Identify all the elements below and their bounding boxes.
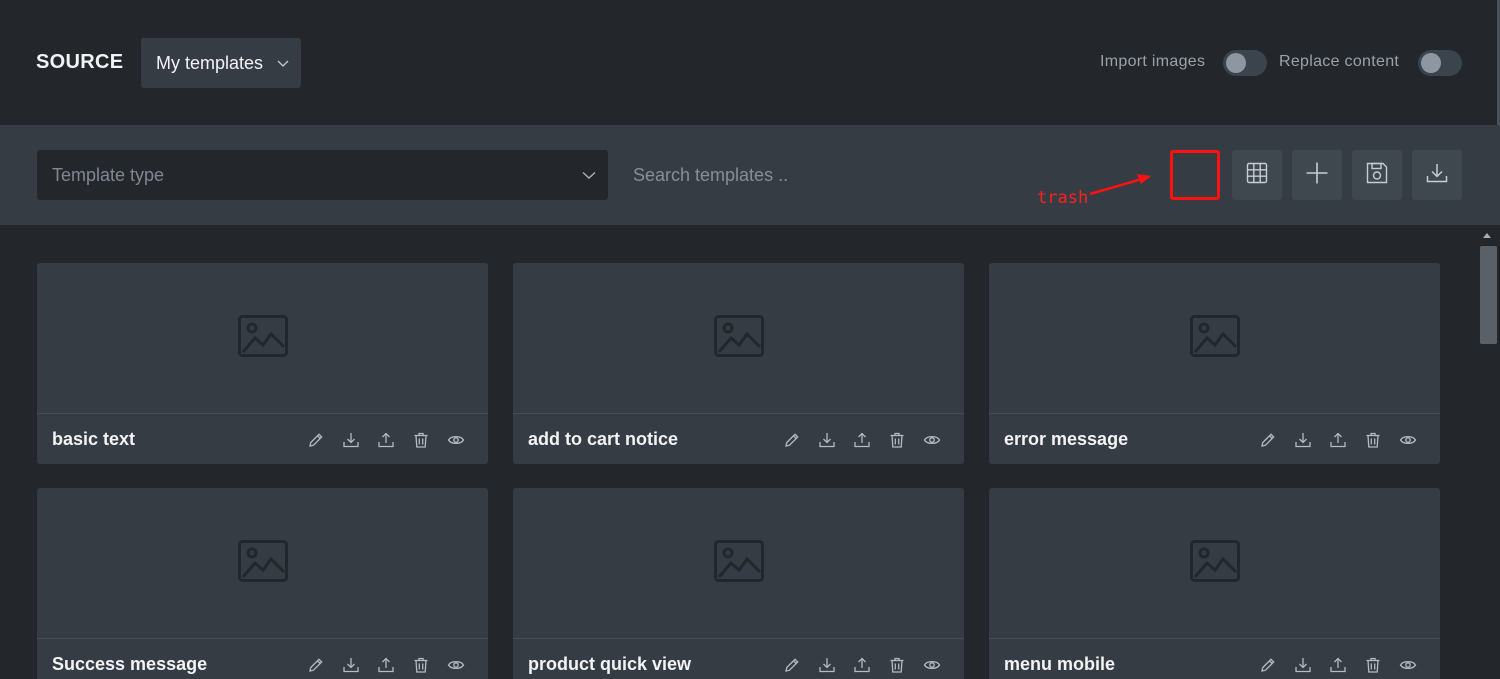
edit-icon[interactable] (1258, 430, 1278, 450)
trash-button[interactable] (1170, 150, 1220, 200)
upload-icon[interactable] (852, 655, 872, 675)
template-name: add to cart notice (528, 429, 679, 449)
source-dropdown-value: My templates (156, 52, 264, 73)
template-type-placeholder: Template type (52, 164, 165, 185)
trash-icon[interactable] (887, 655, 907, 675)
trash-icon[interactable] (411, 655, 431, 675)
image-placeholder-icon (713, 314, 765, 363)
download-icon[interactable] (341, 430, 361, 450)
upload-icon[interactable] (376, 655, 396, 675)
upload-icon[interactable] (1328, 655, 1348, 675)
replace-content-toggle[interactable] (1418, 50, 1462, 76)
template-name: menu mobile (1004, 654, 1116, 674)
chevron-down-icon (582, 168, 596, 186)
image-placeholder-icon (237, 314, 289, 363)
scroll-up-arrow-icon[interactable] (1483, 233, 1491, 238)
download-icon[interactable] (341, 655, 361, 675)
download-icon[interactable] (1293, 430, 1313, 450)
source-dropdown[interactable]: My templates (141, 38, 301, 88)
image-placeholder-icon (237, 539, 289, 588)
add-template-button[interactable] (1292, 150, 1342, 200)
annotation-label: trash (1037, 188, 1089, 208)
template-footer: menu mobile (989, 638, 1440, 679)
save-template-button[interactable] (1352, 150, 1402, 200)
eye-icon[interactable] (1398, 655, 1418, 675)
template-actions (1258, 430, 1418, 450)
template-footer: error message (989, 413, 1440, 464)
download-icon[interactable] (817, 655, 837, 675)
template-actions (306, 655, 466, 675)
eye-icon[interactable] (922, 430, 942, 450)
template-type-dropdown[interactable]: Template type (37, 150, 608, 200)
template-actions (306, 430, 466, 450)
edit-icon[interactable] (782, 655, 802, 675)
templates-grid: basic text add to cart notice error mess… (0, 225, 1478, 679)
edit-icon[interactable] (306, 430, 326, 450)
eye-icon[interactable] (446, 655, 466, 675)
grid-icon (1245, 161, 1269, 190)
scrollbar-thumb[interactable] (1480, 246, 1497, 344)
toolbar: Template type (0, 125, 1500, 225)
template-thumbnail[interactable] (989, 488, 1440, 638)
chevron-down-icon (277, 56, 289, 74)
trash-icon[interactable] (1363, 655, 1383, 675)
image-placeholder-icon (1189, 539, 1241, 588)
edit-icon[interactable] (782, 430, 802, 450)
annotation-arrow (1089, 174, 1151, 196)
eye-icon[interactable] (922, 655, 942, 675)
import-images-label: Import images (1100, 53, 1206, 70)
template-name: product quick view (528, 654, 692, 674)
upload-icon[interactable] (1328, 430, 1348, 450)
download-button[interactable] (1412, 150, 1462, 200)
template-name: Success message (52, 654, 208, 674)
plus-icon (1305, 161, 1329, 190)
template-name: basic text (52, 429, 136, 449)
toggle-knob (1226, 53, 1246, 73)
trash-icon[interactable] (411, 430, 431, 450)
template-card[interactable]: add to cart notice (513, 263, 964, 464)
image-placeholder-icon (713, 539, 765, 588)
download-icon[interactable] (817, 430, 837, 450)
eye-icon[interactable] (446, 430, 466, 450)
import-images-toggle[interactable] (1223, 50, 1267, 76)
template-actions (1258, 655, 1418, 675)
template-card[interactable]: Success message (37, 488, 488, 679)
edit-icon[interactable] (306, 655, 326, 675)
template-thumbnail[interactable] (37, 488, 488, 638)
trash-icon[interactable] (887, 430, 907, 450)
template-thumbnail[interactable] (513, 488, 964, 638)
eye-icon[interactable] (1398, 430, 1418, 450)
template-card[interactable]: product quick view (513, 488, 964, 679)
image-placeholder-icon (1189, 314, 1241, 363)
save-icon (1365, 161, 1389, 190)
grid-view-button[interactable] (1232, 150, 1282, 200)
template-thumbnail[interactable] (989, 263, 1440, 413)
replace-content-label: Replace content (1279, 53, 1400, 70)
download-icon[interactable] (1293, 655, 1313, 675)
edit-icon[interactable] (1258, 655, 1278, 675)
upload-icon[interactable] (376, 430, 396, 450)
template-footer: add to cart notice (513, 413, 964, 464)
top-bar: SOURCE My templates Import images Replac… (0, 0, 1500, 125)
template-card[interactable]: menu mobile (989, 488, 1440, 679)
toggle-knob (1421, 53, 1441, 73)
template-card[interactable]: error message (989, 263, 1440, 464)
template-card[interactable]: basic text (37, 263, 488, 464)
template-footer: basic text (37, 413, 488, 464)
template-thumbnail[interactable] (513, 263, 964, 413)
template-footer: Success message (37, 638, 488, 679)
template-actions (782, 655, 942, 675)
download-icon (1425, 161, 1449, 190)
source-label: SOURCE (36, 51, 124, 73)
template-thumbnail[interactable] (37, 263, 488, 413)
upload-icon[interactable] (852, 430, 872, 450)
trash-icon[interactable] (1363, 430, 1383, 450)
template-actions (782, 430, 942, 450)
template-footer: product quick view (513, 638, 964, 679)
template-name: error message (1004, 429, 1129, 449)
